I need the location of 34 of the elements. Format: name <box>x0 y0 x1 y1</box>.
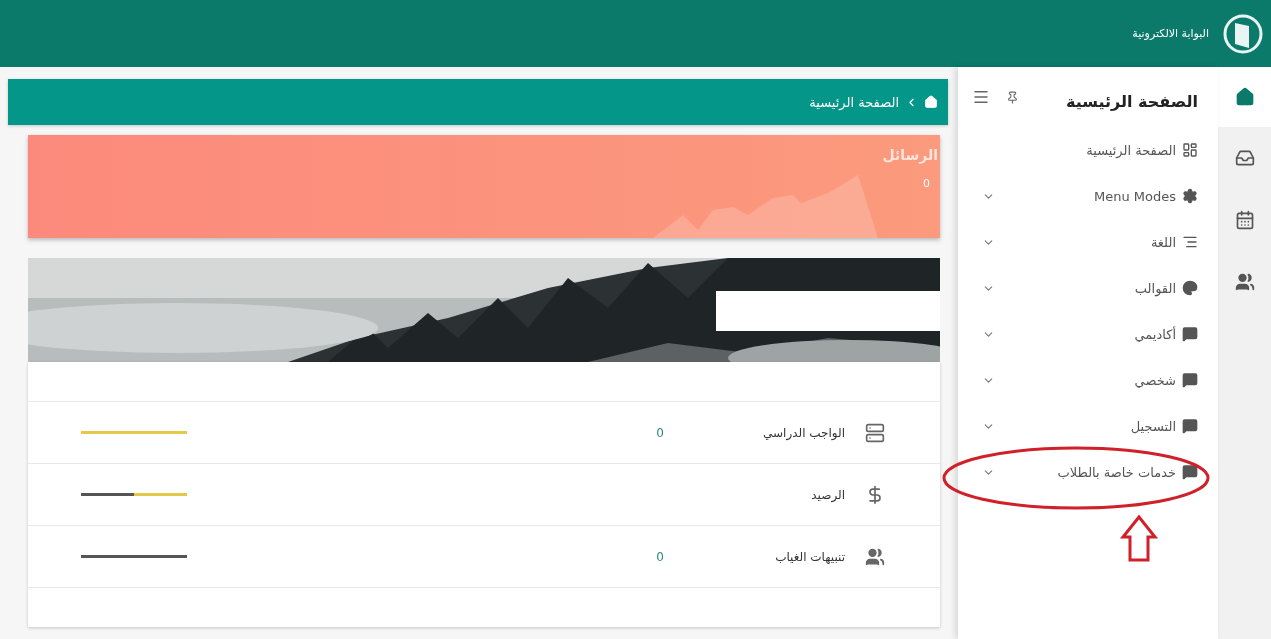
menu-item[interactable]: التسجيل <box>958 403 1218 449</box>
gear-icon <box>1182 188 1198 204</box>
menu-item[interactable]: Menu Modes <box>958 173 1218 219</box>
people-icon <box>865 546 885 567</box>
menu-item[interactable]: شخصي <box>958 357 1218 403</box>
lines-icon <box>1182 234 1198 250</box>
stat-label: الواجب الدراسي <box>762 425 845 440</box>
sidebar-title: الصفحة الرئيسية <box>1065 91 1198 111</box>
stat-label: تنبيهات الغياب <box>774 549 845 564</box>
home-icon[interactable] <box>1218 67 1271 127</box>
message-icon <box>1182 418 1198 434</box>
pin-icon[interactable] <box>1006 90 1019 104</box>
up-arrow-drawing <box>1119 514 1159 562</box>
menu-item[interactable]: أكاديمي <box>958 311 1218 357</box>
stat-label: الرصيد <box>810 487 845 502</box>
menu-item[interactable]: خدمات خاصة بالطلاب <box>958 449 1218 495</box>
message-icon <box>1182 372 1198 388</box>
menu-item[interactable]: القوالب <box>958 265 1218 311</box>
menu-item[interactable]: الصفحة الرئيسية <box>958 127 1218 173</box>
logo-icon <box>1223 13 1263 54</box>
home-icon[interactable] <box>924 95 938 109</box>
message-icon <box>1182 326 1198 342</box>
messages-title: الرسائل <box>881 147 938 163</box>
portal-title: البوابة الالكترونية <box>1132 27 1209 40</box>
stat-count: 0 <box>655 549 665 564</box>
message-icon <box>1182 464 1198 480</box>
menu-item[interactable]: اللغة <box>958 219 1218 265</box>
palette-icon <box>1182 280 1198 296</box>
server-icon <box>865 422 885 443</box>
breadcrumb-link[interactable]: الصفحة الرئيسية <box>809 94 899 110</box>
dashboard-icon <box>1182 142 1198 158</box>
stat-count: 0 <box>655 425 665 440</box>
menu-icon[interactable] <box>972 88 990 106</box>
messages-count: 0 <box>922 177 931 190</box>
